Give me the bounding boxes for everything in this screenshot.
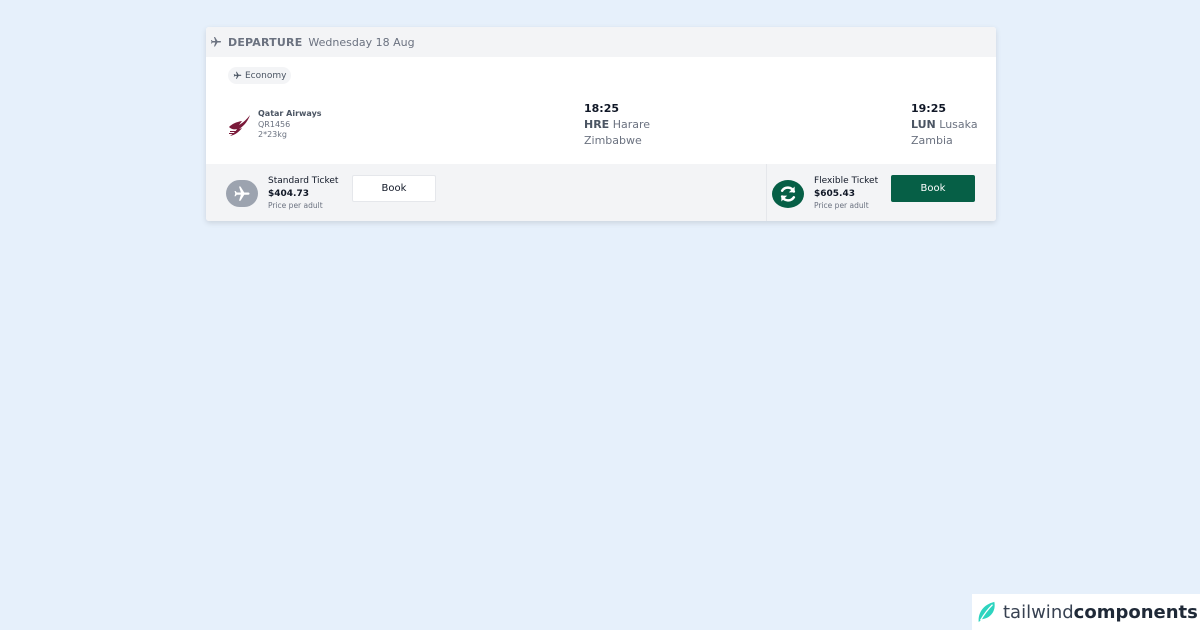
flight-number: QR1456 <box>258 119 291 129</box>
flexible-ticket-icon-wrap <box>772 180 804 208</box>
departure-date: Wednesday 18 Aug <box>308 35 415 49</box>
flexible-ticket-option: Flexible Ticket $605.43 Price per adult … <box>766 164 996 221</box>
flexible-ticket-price: $605.43 <box>814 188 855 199</box>
plane-icon <box>233 71 242 79</box>
cabin-class-label: Economy <box>245 70 287 81</box>
leaf-icon <box>978 601 995 623</box>
ticket-options: Standard Ticket $404.73 Price per adult … <box>206 164 996 221</box>
departure-header: DEPARTURE Wednesday 18 Aug <box>206 27 996 57</box>
arrival-leg: 19:25 LUN Lusaka Zambia <box>911 101 978 149</box>
arrival-airport-code: LUN <box>911 118 936 131</box>
standard-ticket-price: $404.73 <box>268 188 309 199</box>
book-flexible-button[interactable]: Book <box>891 175 975 202</box>
tailwindcomponents-watermark[interactable]: tailwind components <box>972 594 1200 630</box>
departure-city: Harare <box>612 118 651 131</box>
standard-ticket-option: Standard Ticket $404.73 Price per adult … <box>206 164 766 221</box>
plane-icon <box>211 37 221 47</box>
arrival-city: Lusaka <box>939 118 978 131</box>
cabin-class-badge: Economy <box>228 67 292 84</box>
departure-label: DEPARTURE <box>228 35 303 49</box>
airline-info: Qatar Airways QR1456 2*23kg <box>226 109 322 141</box>
refresh-icon <box>780 186 796 202</box>
flexible-ticket-name: Flexible Ticket <box>814 176 879 186</box>
standard-ticket-icon-wrap <box>226 180 258 207</box>
brand-text-bold: components <box>1073 601 1198 623</box>
flight-card: DEPARTURE Wednesday 18 Aug Economy Qatar… <box>206 27 996 221</box>
plane-icon <box>234 186 250 201</box>
standard-ticket-note: Price per adult <box>268 201 323 210</box>
arrival-time: 19:25 <box>911 102 947 115</box>
qatar-airways-logo <box>229 115 250 136</box>
departure-time: 18:25 <box>584 102 620 115</box>
baggage-allowance: 2*23kg <box>258 130 287 139</box>
flight-details: Economy Qatar Airways QR1456 2*23kg 18:2… <box>206 57 996 164</box>
airline-name: Qatar Airways <box>258 109 322 118</box>
departure-leg: 18:25 HRE Harare Zimbabwe <box>584 101 650 149</box>
brand-text-light: tailwind <box>1003 601 1074 623</box>
departure-airport-code: HRE <box>584 118 610 131</box>
standard-ticket-name: Standard Ticket <box>268 176 339 186</box>
flexible-ticket-note: Price per adult <box>814 201 869 210</box>
departure-country: Zimbabwe <box>584 134 642 147</box>
book-standard-button[interactable]: Book <box>352 175 436 202</box>
arrival-country: Zambia <box>911 134 953 147</box>
